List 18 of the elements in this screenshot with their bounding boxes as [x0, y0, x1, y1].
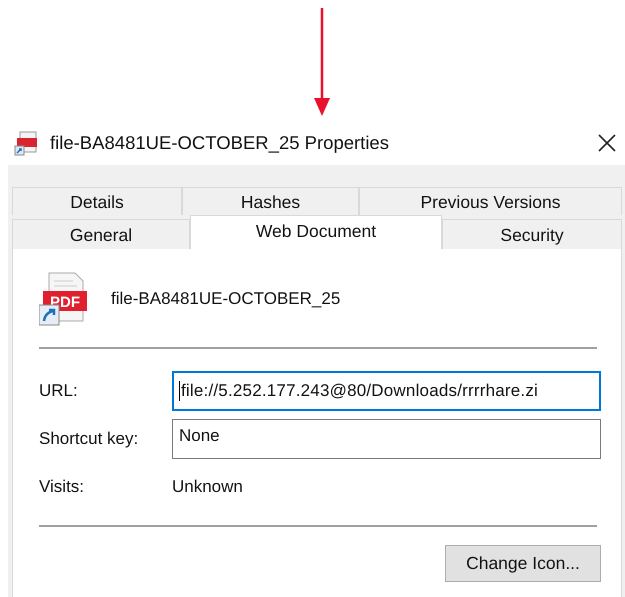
close-icon[interactable] [597, 133, 617, 153]
arrow-icon [314, 8, 330, 118]
tab[interactable]: Security [442, 219, 622, 249]
pdf-shortcut-icon [14, 130, 40, 156]
field-label: Shortcut key: [39, 429, 140, 449]
field-value: Unknown [172, 477, 243, 497]
field-label: Visits: [39, 477, 86, 497]
tab[interactable]: Hashes [182, 187, 359, 215]
tab[interactable]: Web Document [190, 215, 442, 249]
tab[interactable]: General [12, 219, 190, 249]
input-field[interactable]: file://5.252.177.243@80/Downloads/rrrrhare.zi [172, 371, 601, 411]
tab[interactable]: Previous Versions [359, 187, 622, 215]
input-field[interactable]: None [172, 419, 601, 459]
tab[interactable]: Details [12, 187, 182, 215]
window-title: file-BA8481UE-OCTOBER_25 Properties [50, 132, 390, 154]
file-name: file-BA8481UE-OCTOBER_25 [111, 289, 340, 309]
field-label: URL: [39, 381, 79, 401]
change-icon-button[interactable]: Change Icon... [445, 545, 601, 582]
